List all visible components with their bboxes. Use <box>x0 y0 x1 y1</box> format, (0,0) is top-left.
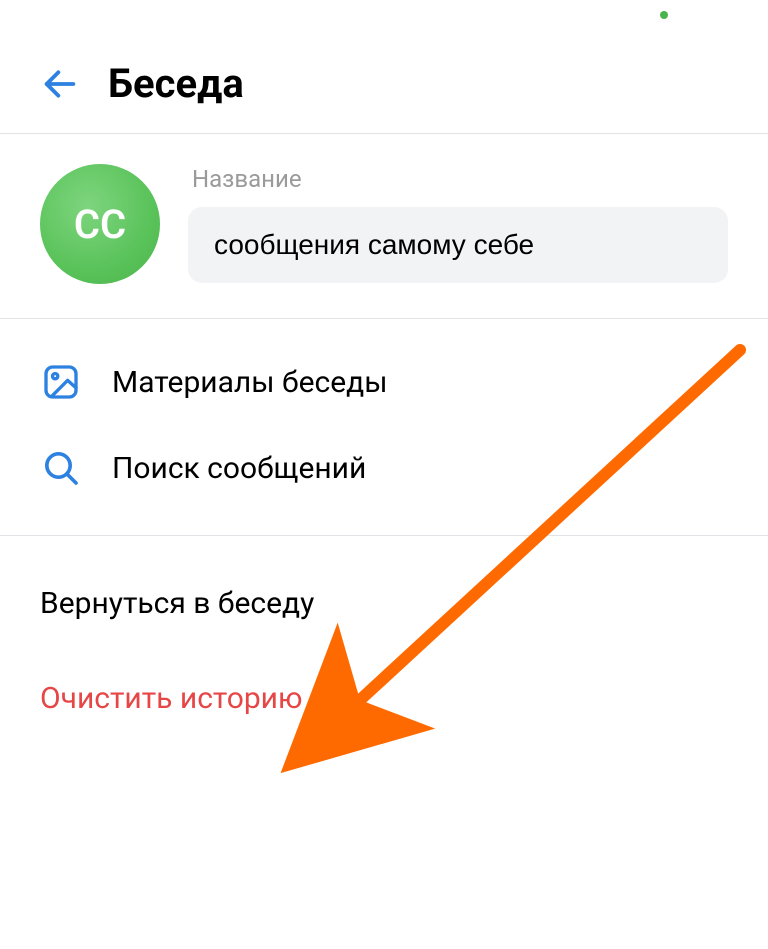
status-indicator-icon <box>660 11 668 19</box>
profile-section: СС Название <box>0 134 768 318</box>
status-bar <box>0 0 768 30</box>
action-clear-history[interactable]: Очистить историю <box>40 665 728 732</box>
menu-item-label: Поиск сообщений <box>112 451 366 486</box>
header: Беседа <box>0 30 768 133</box>
actions-list: Вернуться в беседу Очистить историю <box>0 536 768 732</box>
menu-item-search[interactable]: Поиск сообщений <box>0 425 768 511</box>
action-return-to-chat[interactable]: Вернуться в беседу <box>40 570 728 637</box>
avatar-initials: СС <box>74 201 126 248</box>
name-block: Название <box>188 165 728 283</box>
name-input[interactable] <box>188 207 728 283</box>
menu-list: Материалы беседы Поиск сообщений <box>0 319 768 535</box>
page-title: Беседа <box>108 60 244 107</box>
menu-item-label: Материалы беседы <box>112 365 388 400</box>
menu-item-materials[interactable]: Материалы беседы <box>0 339 768 425</box>
name-field-label: Название <box>188 165 728 193</box>
back-arrow-icon[interactable] <box>40 64 80 104</box>
image-icon <box>40 361 82 403</box>
search-icon <box>40 447 82 489</box>
avatar[interactable]: СС <box>40 164 160 284</box>
